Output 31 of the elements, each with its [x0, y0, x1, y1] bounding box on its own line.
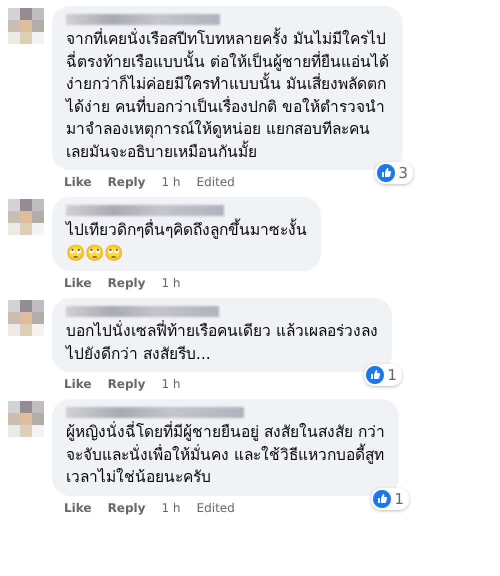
blurred-avatar — [8, 199, 44, 235]
reaction-count: 1 — [394, 490, 404, 508]
timestamp: 1 h — [161, 500, 181, 516]
thumbs-up-icon — [377, 164, 396, 182]
timestamp: 1 h — [161, 376, 181, 393]
thumbs-up-icon — [366, 366, 384, 384]
reply-link[interactable]: Reply — [108, 498, 146, 516]
reply-link[interactable]: Reply — [108, 274, 146, 292]
reaction-badge[interactable]: 1 — [364, 364, 402, 386]
reaction-badge[interactable]: 3 — [375, 162, 413, 184]
timestamp: 1 h — [161, 275, 181, 292]
comment-text: จากที่เคยนั่งเรือสปีทโบทหลายครั้ง มันไม่มีใครไป ฉี่ตรงท้ายเรือแบบนั้น ต่อให้เป็นผู้ชายที่ยืนแอ่นได้ ง่ายกว่าก็ไม่ค่อยมีใครทำแบบนั้น มันเสี่ยงพลัดตก ได้ง่าย คนที่บอกว่าเป็นเรื่องปกติ ขอให้ตำรวจนำ มาจำลองเหตุการณ์ให้ดูหน่อย แยกสอบทีละคน เลยมันจะอธิบายเหมือนกันมั้ย — [66, 28, 389, 163]
timestamp: 1 h — [161, 174, 181, 191]
reaction-count: 1 — [387, 366, 397, 384]
reaction-badge[interactable]: 1 — [371, 488, 409, 510]
like-link[interactable]: Like — [64, 173, 92, 191]
like-link[interactable]: Like — [64, 274, 92, 292]
edited-label: Edited — [196, 174, 235, 191]
comment-text: บอกไปนั่งเซลฟี่ท้ายเรือคนเดียว แล้วเผลอร่วงลง ไปยังดีกว่า สงสัยรีบ... — [66, 320, 378, 364]
thumbs-up-icon — [373, 490, 392, 508]
reply-link[interactable]: Reply — [108, 173, 146, 191]
blurred-avatar — [8, 300, 44, 336]
blurred-avatar — [8, 8, 44, 44]
like-link[interactable]: Like — [64, 498, 92, 516]
reaction-count: 3 — [398, 164, 408, 182]
reply-link[interactable]: Reply — [108, 375, 146, 393]
edited-label: Edited — [196, 500, 235, 516]
comment-text: ไปเทียวดิกๆดื่นๆคิดถึงลูกขึ้นมาซะงั้น 🙄🙄🙄 — [66, 219, 307, 264]
like-link[interactable]: Like — [64, 375, 92, 393]
comment-text: ผู้หญิงนั่งฉี่โดยที่มีผู้ชายยืนอยู่ สงสัยในสงสัย กว่า จะจับและนั่งเพื่อให้มั่นคง และใช้วิธีแหวกบอดี้สูท เวลาไม่ใช่น้อยนะครับ — [66, 421, 385, 488]
blurred-avatar — [8, 401, 44, 437]
